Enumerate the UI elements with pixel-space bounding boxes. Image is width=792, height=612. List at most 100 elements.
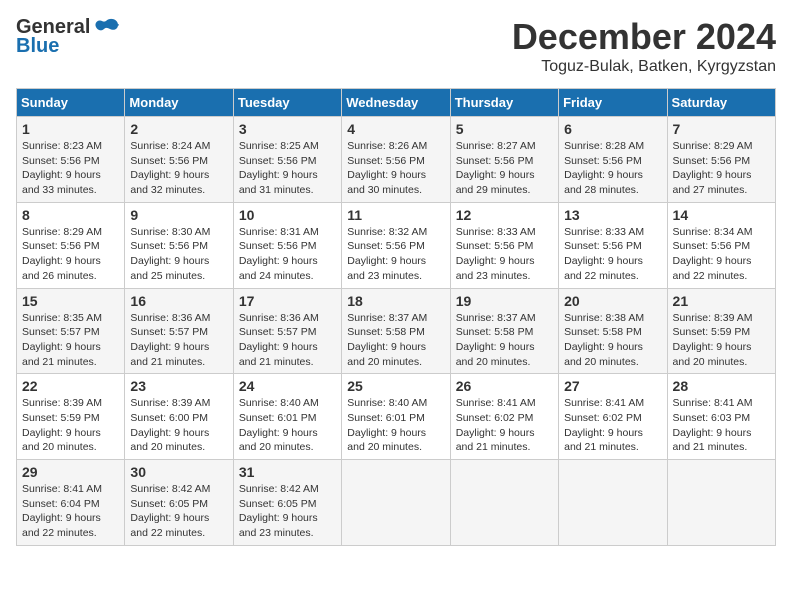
day-info: Sunrise: 8:41 AMSunset: 6:04 PMDaylight:…: [22, 482, 119, 541]
day-number: 20: [564, 293, 661, 309]
day-number: 31: [239, 464, 336, 480]
calendar-cell: 12 Sunrise: 8:33 AMSunset: 5:56 PMDayligh…: [450, 202, 558, 288]
day-number: 28: [673, 378, 770, 394]
calendar-cell: 22 Sunrise: 8:39 AMSunset: 5:59 PMDayligh…: [17, 374, 125, 460]
day-info: Sunrise: 8:39 AMSunset: 6:00 PMDaylight:…: [130, 396, 227, 455]
title-section: December 2024 Toguz-Bulak, Batken, Kyrgy…: [512, 16, 776, 76]
header-day-friday: Friday: [559, 89, 667, 117]
calendar-cell: [667, 460, 775, 546]
day-info: Sunrise: 8:38 AMSunset: 5:58 PMDaylight:…: [564, 311, 661, 370]
day-info: Sunrise: 8:42 AMSunset: 6:05 PMDaylight:…: [239, 482, 336, 541]
day-info: Sunrise: 8:40 AMSunset: 6:01 PMDaylight:…: [347, 396, 444, 455]
calendar-cell: [559, 460, 667, 546]
day-number: 29: [22, 464, 119, 480]
day-number: 3: [239, 121, 336, 137]
day-info: Sunrise: 8:29 AMSunset: 5:56 PMDaylight:…: [673, 139, 770, 198]
header-day-monday: Monday: [125, 89, 233, 117]
day-info: Sunrise: 8:42 AMSunset: 6:05 PMDaylight:…: [130, 482, 227, 541]
day-info: Sunrise: 8:23 AMSunset: 5:56 PMDaylight:…: [22, 139, 119, 198]
day-info: Sunrise: 8:31 AMSunset: 5:56 PMDaylight:…: [239, 225, 336, 284]
calendar-table: SundayMondayTuesdayWednesdayThursdayFrid…: [16, 88, 776, 546]
header-day-wednesday: Wednesday: [342, 89, 450, 117]
day-info: Sunrise: 8:37 AMSunset: 5:58 PMDaylight:…: [456, 311, 553, 370]
day-number: 24: [239, 378, 336, 394]
day-number: 27: [564, 378, 661, 394]
day-info: Sunrise: 8:39 AMSunset: 5:59 PMDaylight:…: [673, 311, 770, 370]
calendar-cell: 15Sunrise: 8:35 AMSunset: 5:57 PMDayligh…: [17, 288, 125, 374]
logo: General Blue: [16, 16, 120, 58]
calendar-cell: 27Sunrise: 8:41 AMSunset: 6:02 PMDayligh…: [559, 374, 667, 460]
calendar-cell: 30 Sunrise: 8:42 AMSunset: 6:05 PMDayligh…: [125, 460, 233, 546]
day-info: Sunrise: 8:24 AMSunset: 5:56 PMDaylight:…: [130, 139, 227, 198]
header-day-tuesday: Tuesday: [233, 89, 341, 117]
day-number: 30: [130, 464, 227, 480]
calendar-cell: 20 Sunrise: 8:38 AMSunset: 5:58 PMDayligh…: [559, 288, 667, 374]
calendar-week-row: 8Sunrise: 8:29 AMSunset: 5:56 PMDaylight…: [17, 202, 776, 288]
calendar-cell: 5 Sunrise: 8:27 AMSunset: 5:56 PMDaylight…: [450, 117, 558, 203]
day-info: Sunrise: 8:27 AMSunset: 5:56 PMDaylight:…: [456, 139, 553, 198]
day-info: Sunrise: 8:33 AMSunset: 5:56 PMDaylight:…: [456, 225, 553, 284]
calendar-cell: 16 Sunrise: 8:36 AMSunset: 5:57 PMDayligh…: [125, 288, 233, 374]
day-number: 21: [673, 293, 770, 309]
calendar-cell: 25Sunrise: 8:40 AMSunset: 6:01 PMDayligh…: [342, 374, 450, 460]
calendar-cell: [450, 460, 558, 546]
header-day-thursday: Thursday: [450, 89, 558, 117]
day-info: Sunrise: 8:41 AMSunset: 6:03 PMDaylight:…: [673, 396, 770, 455]
day-number: 6: [564, 121, 661, 137]
day-number: 1: [22, 121, 119, 137]
logo-blue-text: Blue: [16, 35, 59, 58]
calendar-cell: 17Sunrise: 8:36 AMSunset: 5:57 PMDayligh…: [233, 288, 341, 374]
calendar-cell: 29 Sunrise: 8:41 AMSunset: 6:04 PMDayligh…: [17, 460, 125, 546]
calendar-cell: 23Sunrise: 8:39 AMSunset: 6:00 PMDayligh…: [125, 374, 233, 460]
day-number: 22: [22, 378, 119, 394]
day-info: Sunrise: 8:30 AMSunset: 5:56 PMDaylight:…: [130, 225, 227, 284]
calendar-cell: 3 Sunrise: 8:25 AMSunset: 5:56 PMDaylight…: [233, 117, 341, 203]
calendar-cell: 6 Sunrise: 8:28 AMSunset: 5:56 PMDaylight…: [559, 117, 667, 203]
day-info: Sunrise: 8:41 AMSunset: 6:02 PMDaylight:…: [456, 396, 553, 455]
day-number: 17: [239, 293, 336, 309]
day-number: 26: [456, 378, 553, 394]
logo-bird-icon: [92, 17, 120, 39]
day-info: Sunrise: 8:25 AMSunset: 5:56 PMDaylight:…: [239, 139, 336, 198]
day-number: 14: [673, 207, 770, 223]
calendar-cell: 26 Sunrise: 8:41 AMSunset: 6:02 PMDayligh…: [450, 374, 558, 460]
calendar-header-row: SundayMondayTuesdayWednesdayThursdayFrid…: [17, 89, 776, 117]
location-title: Toguz-Bulak, Batken, Kyrgyzstan: [512, 58, 776, 76]
calendar-week-row: 15Sunrise: 8:35 AMSunset: 5:57 PMDayligh…: [17, 288, 776, 374]
calendar-cell: 28 Sunrise: 8:41 AMSunset: 6:03 PMDayligh…: [667, 374, 775, 460]
calendar-week-row: 1 Sunrise: 8:23 AMSunset: 5:56 PMDaylight…: [17, 117, 776, 203]
day-number: 10: [239, 207, 336, 223]
day-number: 16: [130, 293, 227, 309]
header-day-saturday: Saturday: [667, 89, 775, 117]
calendar-week-row: 29 Sunrise: 8:41 AMSunset: 6:04 PMDayligh…: [17, 460, 776, 546]
calendar-cell: 11 Sunrise: 8:32 AMSunset: 5:56 PMDayligh…: [342, 202, 450, 288]
day-number: 9: [130, 207, 227, 223]
day-number: 7: [673, 121, 770, 137]
calendar-cell: 19 Sunrise: 8:37 AMSunset: 5:58 PMDayligh…: [450, 288, 558, 374]
header: General Blue December 2024 Toguz-Bulak, …: [16, 16, 776, 76]
day-number: 11: [347, 207, 444, 223]
day-number: 13: [564, 207, 661, 223]
day-info: Sunrise: 8:36 AMSunset: 5:57 PMDaylight:…: [130, 311, 227, 370]
day-number: 19: [456, 293, 553, 309]
day-number: 4: [347, 121, 444, 137]
day-info: Sunrise: 8:28 AMSunset: 5:56 PMDaylight:…: [564, 139, 661, 198]
day-info: Sunrise: 8:32 AMSunset: 5:56 PMDaylight:…: [347, 225, 444, 284]
day-info: Sunrise: 8:26 AMSunset: 5:56 PMDaylight:…: [347, 139, 444, 198]
calendar-cell: 4 Sunrise: 8:26 AMSunset: 5:56 PMDaylight…: [342, 117, 450, 203]
day-info: Sunrise: 8:35 AMSunset: 5:57 PMDaylight:…: [22, 311, 119, 370]
day-info: Sunrise: 8:33 AMSunset: 5:56 PMDaylight:…: [564, 225, 661, 284]
day-info: Sunrise: 8:37 AMSunset: 5:58 PMDaylight:…: [347, 311, 444, 370]
day-info: Sunrise: 8:34 AMSunset: 5:56 PMDaylight:…: [673, 225, 770, 284]
calendar-cell: 24Sunrise: 8:40 AMSunset: 6:01 PMDayligh…: [233, 374, 341, 460]
day-info: Sunrise: 8:39 AMSunset: 5:59 PMDaylight:…: [22, 396, 119, 455]
calendar-cell: 13 Sunrise: 8:33 AMSunset: 5:56 PMDayligh…: [559, 202, 667, 288]
day-number: 5: [456, 121, 553, 137]
calendar-cell: 31 Sunrise: 8:42 AMSunset: 6:05 PMDayligh…: [233, 460, 341, 546]
header-day-sunday: Sunday: [17, 89, 125, 117]
month-title: December 2024: [512, 16, 776, 58]
calendar-cell: 9 Sunrise: 8:30 AMSunset: 5:56 PMDaylight…: [125, 202, 233, 288]
calendar-cell: 21 Sunrise: 8:39 AMSunset: 5:59 PMDayligh…: [667, 288, 775, 374]
day-number: 12: [456, 207, 553, 223]
calendar-cell: 1 Sunrise: 8:23 AMSunset: 5:56 PMDaylight…: [17, 117, 125, 203]
